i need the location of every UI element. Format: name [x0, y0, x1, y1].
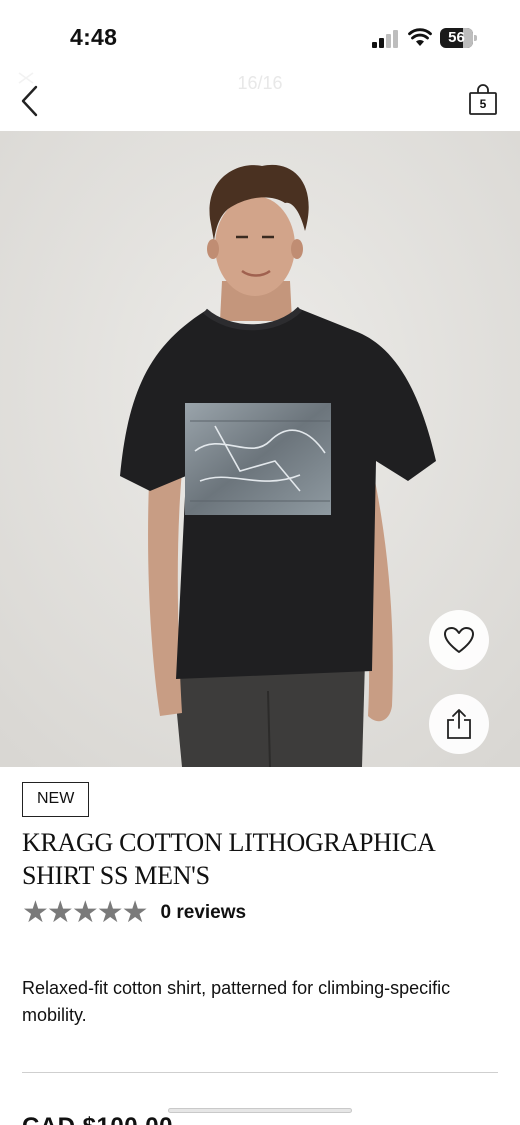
close-icon[interactable] [17, 72, 35, 84]
section-divider [22, 1072, 498, 1073]
product-image-carousel[interactable] [0, 131, 520, 767]
rating-stars: ★ ★ ★ ★ ★ [22, 896, 149, 929]
star-icon: ★ [121, 896, 149, 929]
star-icon: ★ [22, 896, 49, 929]
reviews-link[interactable]: 0 reviews [161, 902, 247, 924]
star-icon: ★ [96, 896, 124, 929]
product-title: KRAGG COTTON LITHOGRAPHICA SHIRT SS MEN'… [22, 828, 435, 890]
battery-icon: 56 [440, 28, 477, 48]
product-photo [0, 131, 520, 767]
cart-count-badge: 5 [479, 97, 487, 111]
nav-bar: 16/16 5 [0, 70, 520, 132]
star-icon: ★ [71, 896, 99, 929]
heart-icon [444, 627, 474, 653]
share-icon [447, 709, 471, 739]
home-indicator[interactable] [168, 1108, 352, 1113]
wifi-icon [408, 28, 432, 46]
product-detail-screen: 4:48 56 16/16 5 NEW KRAGG COTTON LITHOGR… [0, 0, 520, 1125]
image-page-counter: 16/16 [237, 73, 283, 93]
product-price: CAD $100.00 [22, 1113, 173, 1125]
product-description: Relaxed-fit cotton shirt, patterned for … [22, 978, 451, 1025]
battery-level: 56 [448, 29, 465, 46]
new-badge: NEW [22, 782, 90, 817]
share-button[interactable] [429, 694, 489, 754]
status-time: 4:48 [70, 24, 118, 50]
cellular-signal-icon [372, 30, 398, 48]
star-icon: ★ [46, 896, 74, 929]
back-chevron-icon[interactable] [16, 84, 44, 118]
status-bar: 4:48 56 [0, 0, 520, 70]
wishlist-button[interactable] [429, 610, 489, 670]
rating-row[interactable]: ★ ★ ★ ★ ★ 0 reviews [22, 898, 246, 928]
